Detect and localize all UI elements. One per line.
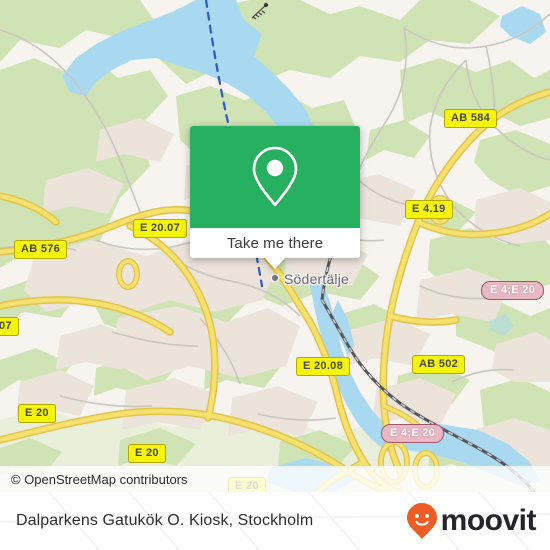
attribution-text[interactable]: © OpenStreetMap contributors <box>11 472 188 487</box>
popup-pointer <box>265 258 285 269</box>
road-shield: E 20 <box>128 444 166 463</box>
road-shield: AB 584 <box>444 109 498 128</box>
moovit-logo[interactable]: moovit <box>406 502 537 540</box>
road-shield: E 4;E 20 <box>381 424 445 443</box>
popup-card-body: Take me there <box>190 126 360 258</box>
road-shield: E 20 <box>18 404 56 423</box>
city-marker-dot <box>272 275 278 281</box>
road-shield: E 4.19 <box>405 200 453 219</box>
map-attribution-bar: © OpenStreetMap contributors <box>0 466 550 492</box>
popup-action-row[interactable]: Take me there <box>190 228 360 258</box>
road-shield: E 20.08 <box>296 357 351 376</box>
place-name: Dalparkens Gatukök O. Kiosk, Stockholm <box>16 512 314 529</box>
road-shield: AB 502 <box>412 355 466 374</box>
road-shield: 07 <box>0 317 19 336</box>
road-shield: E 20.07 <box>133 219 188 238</box>
moovit-pin-icon <box>406 503 437 539</box>
bottom-info-bar: Dalparkens Gatukök O. Kiosk, Stockholm m… <box>0 492 550 550</box>
map-pin-icon <box>252 146 298 207</box>
take-me-there-label: Take me there <box>226 234 324 252</box>
road-shield: E 4;E 20 <box>481 281 545 300</box>
moovit-map-page: Södertälje AB 584 E 4.19 E 20.07 AB 576 E 4;… <box>0 0 550 550</box>
map-popup-card[interactable]: Take me there <box>190 126 360 269</box>
road-shield: AB 576 <box>14 240 68 259</box>
popup-card-header <box>190 126 360 228</box>
moovit-wordmark: moovit <box>440 504 537 537</box>
